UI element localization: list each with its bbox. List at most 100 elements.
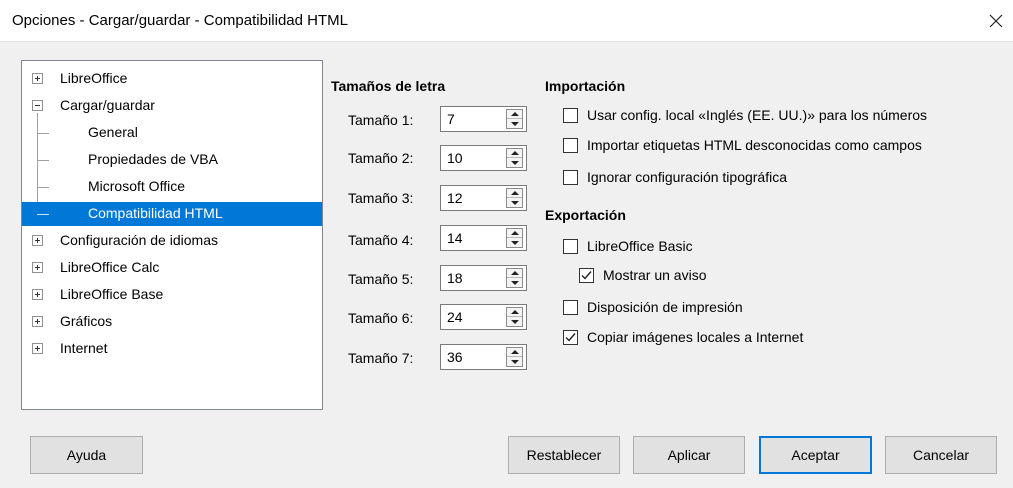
tree-connector-branch	[37, 214, 49, 215]
increment-button[interactable]	[507, 348, 522, 357]
tree-item-label: LibreOffice Base	[60, 286, 164, 302]
tree-item-html-compatibility[interactable]: Compatibilidad HTML	[22, 202, 322, 226]
apply-button[interactable]: Aplicar	[633, 436, 745, 474]
arrow-up-icon	[510, 271, 519, 275]
spin-buttons[interactable]	[506, 307, 523, 327]
help-button[interactable]: Ayuda	[30, 436, 143, 474]
arrow-down-icon	[510, 240, 519, 245]
checkmark-icon	[581, 271, 592, 280]
decrement-button[interactable]	[507, 158, 522, 167]
spin-buttons[interactable]	[506, 228, 523, 248]
expand-icon[interactable]	[32, 316, 43, 327]
font-size-4-label: Tamaño 4:	[348, 232, 414, 248]
font-size-5-spinner[interactable]: 18	[440, 265, 527, 291]
font-size-1-spinner[interactable]: 7	[440, 106, 527, 132]
increment-button[interactable]	[507, 229, 522, 238]
arrow-up-icon	[510, 191, 519, 195]
increment-button[interactable]	[507, 269, 522, 278]
font-size-6-value[interactable]: 24	[447, 309, 463, 325]
decrement-button[interactable]	[507, 278, 522, 287]
window-title: Opciones - Cargar/guardar - Compatibilid…	[12, 12, 348, 29]
increment-button[interactable]	[507, 149, 522, 158]
cancel-button[interactable]: Cancelar	[885, 436, 997, 474]
tree-item-language-settings[interactable]: Configuración de idiomas	[22, 229, 322, 253]
decrement-button[interactable]	[507, 198, 522, 207]
font-size-4-value[interactable]: 14	[447, 230, 463, 246]
tree-item-vba-properties[interactable]: Propiedades de VBA	[22, 148, 322, 172]
tree-item-internet[interactable]: Internet	[22, 337, 322, 361]
options-tree[interactable]: LibreOffice Cargar/guardar General Propi…	[21, 60, 323, 410]
font-size-2-value[interactable]: 10	[447, 150, 463, 166]
tree-item-load-save[interactable]: Cargar/guardar	[22, 94, 322, 118]
reset-button[interactable]: Restablecer	[508, 436, 620, 474]
import-unknown-tags-label: Importar etiquetas HTML desconocidas com…	[587, 137, 922, 153]
tree-connector-branch	[37, 133, 49, 134]
font-size-2-label: Tamaño 2:	[348, 150, 414, 166]
expand-icon[interactable]	[32, 235, 43, 246]
decrement-button[interactable]	[507, 238, 522, 247]
font-size-3-label: Tamaño 3:	[348, 190, 414, 206]
close-button[interactable]	[979, 0, 1013, 42]
tree-item-microsoft-office[interactable]: Microsoft Office	[22, 175, 322, 199]
spin-buttons[interactable]	[506, 188, 523, 208]
tree-item-label: Propiedades de VBA	[88, 151, 218, 167]
font-size-1-value[interactable]: 7	[447, 111, 455, 127]
tree-item-label: LibreOffice	[60, 70, 128, 86]
tree-item-libreoffice-calc[interactable]: LibreOffice Calc	[22, 256, 322, 280]
tree-item-charts[interactable]: Gráficos	[22, 310, 322, 334]
spin-buttons[interactable]	[506, 347, 523, 367]
font-size-7-spinner[interactable]: 36	[440, 344, 527, 370]
print-layout-checkbox[interactable]	[563, 300, 578, 315]
help-button-label: Ayuda	[66, 447, 107, 463]
tree-item-general[interactable]: General	[22, 121, 322, 145]
collapse-icon[interactable]	[32, 100, 43, 111]
font-size-7-value[interactable]: 36	[447, 349, 463, 365]
decrement-button[interactable]	[507, 357, 522, 366]
font-size-6-label: Tamaño 6:	[348, 310, 414, 326]
font-size-6-spinner[interactable]: 24	[440, 304, 527, 330]
close-icon	[989, 14, 1003, 28]
reset-button-label: Restablecer	[526, 447, 602, 463]
libreoffice-basic-label: LibreOffice Basic	[587, 238, 693, 254]
spin-buttons[interactable]	[506, 148, 523, 168]
ok-button[interactable]: Aceptar	[759, 436, 872, 474]
tree-item-label: Microsoft Office	[88, 178, 185, 194]
increment-button[interactable]	[507, 110, 522, 119]
font-size-2-spinner[interactable]: 10	[440, 145, 527, 171]
increment-button[interactable]	[507, 189, 522, 198]
copy-local-images-checkbox[interactable]	[563, 330, 578, 345]
arrow-up-icon	[510, 350, 519, 354]
tree-connector-branch	[37, 160, 49, 161]
font-size-1-label: Tamaño 1:	[348, 112, 414, 128]
decrement-button[interactable]	[507, 317, 522, 326]
ignore-font-settings-label: Ignorar configuración tipográfica	[587, 169, 788, 185]
apply-button-label: Aplicar	[667, 447, 711, 463]
expand-icon[interactable]	[32, 289, 43, 300]
arrow-up-icon	[510, 112, 519, 116]
font-size-5-value[interactable]: 18	[447, 270, 463, 286]
import-unknown-tags-checkbox[interactable]	[563, 138, 578, 153]
font-size-7-label: Tamaño 7:	[348, 350, 414, 366]
tree-item-label: General	[88, 124, 138, 140]
arrow-up-icon	[510, 231, 519, 235]
print-layout-label: Disposición de impresión	[587, 299, 743, 315]
decrement-button[interactable]	[507, 119, 522, 128]
ignore-font-settings-checkbox[interactable]	[563, 170, 578, 185]
spin-buttons[interactable]	[506, 268, 523, 288]
font-size-4-spinner[interactable]: 14	[440, 225, 527, 251]
arrow-up-icon	[510, 151, 519, 155]
tree-item-libreoffice[interactable]: LibreOffice	[22, 67, 322, 91]
expand-icon[interactable]	[32, 73, 43, 84]
tree-item-libreoffice-base[interactable]: LibreOffice Base	[22, 283, 322, 307]
tree-item-label: LibreOffice Calc	[60, 259, 160, 275]
font-size-3-value[interactable]: 12	[447, 190, 463, 206]
increment-button[interactable]	[507, 308, 522, 317]
spin-buttons[interactable]	[506, 109, 523, 129]
expand-icon[interactable]	[32, 262, 43, 273]
font-size-3-spinner[interactable]: 12	[440, 185, 527, 211]
expand-icon[interactable]	[32, 343, 43, 354]
use-english-locale-numbers-checkbox[interactable]	[563, 108, 578, 123]
libreoffice-basic-checkbox[interactable]	[563, 239, 578, 254]
font-sizes-title: Tamaños de letra	[331, 78, 446, 94]
show-warning-checkbox[interactable]	[579, 268, 594, 283]
